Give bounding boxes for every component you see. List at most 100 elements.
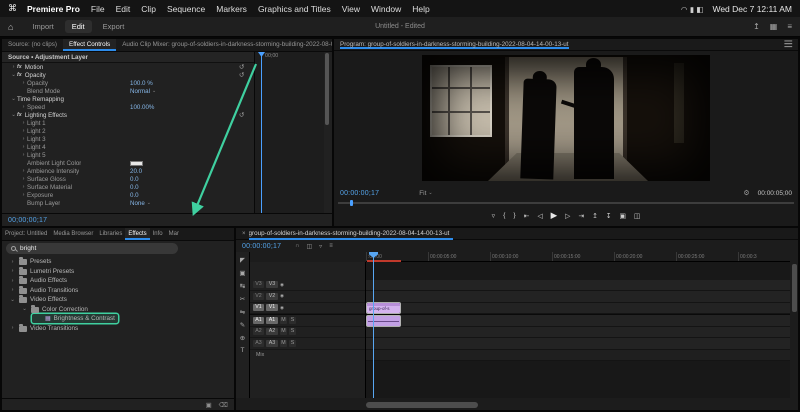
video-track-lane[interactable] — [366, 302, 790, 314]
twirl-icon[interactable]: ⌄ — [21, 306, 28, 312]
source-patch-toggle[interactable]: V1 — [253, 304, 264, 312]
keyframe-area[interactable]: 00;00 — [254, 52, 324, 213]
quick-export-icon[interactable]: ↥ — [753, 22, 760, 31]
video-clip[interactable]: group-of-s — [367, 303, 400, 313]
linked-selection-icon[interactable]: ◫ — [307, 243, 313, 250]
effects-tree-item[interactable]: ▦ Brightness & Contrast — [2, 314, 234, 324]
track-target-toggle[interactable]: A1 — [266, 316, 278, 324]
menubar-item[interactable]: Clip — [141, 4, 156, 14]
property-value[interactable]: 100.00% — [130, 104, 154, 111]
menubar-item[interactable]: Markers — [216, 4, 247, 14]
menubar-item[interactable]: Graphics and Titles — [258, 4, 331, 14]
timecode[interactable]: 00;00;00;17 — [8, 217, 47, 224]
audio-track-lane[interactable] — [366, 326, 790, 338]
reset-effect-icon[interactable]: ↺ — [239, 111, 244, 119]
scrollbar-thumb[interactable] — [325, 53, 329, 125]
video-track-lane[interactable] — [366, 291, 790, 303]
eye-icon[interactable]: ◉ — [280, 305, 284, 311]
twirl-icon[interactable]: › — [20, 184, 27, 190]
audio-track-lane[interactable] — [366, 338, 790, 350]
menubar-item[interactable]: Sequence — [167, 4, 205, 14]
panel-menu-icon[interactable]: ≡ — [779, 39, 798, 52]
close-icon[interactable]: × — [242, 231, 246, 237]
effect-property-row[interactable]: › Exposure 0.0 — [2, 191, 254, 199]
video-track-lane[interactable] — [366, 279, 790, 291]
horizontal-scrollbar[interactable] — [366, 402, 790, 408]
menubar-clock[interactable]: Wed Dec 7 12:11 AM — [712, 4, 792, 14]
effect-property-row[interactable]: › Speed 100.00% — [2, 103, 254, 111]
step-forward-icon[interactable]: ▷ — [565, 212, 570, 220]
twirl-icon[interactable]: › — [9, 287, 16, 293]
program-scrubber[interactable] — [338, 200, 794, 206]
panel-tab[interactable]: Media Browser — [50, 228, 96, 240]
workspace-tab[interactable]: Edit — [64, 20, 92, 33]
twirl-icon[interactable]: › — [10, 64, 17, 70]
mute-button[interactable]: M — [280, 316, 287, 324]
zoom-select[interactable]: Fit ⌄ — [419, 190, 432, 197]
effects-tree-item[interactable]: › Audio Transitions — [2, 285, 234, 296]
snap-icon[interactable]: ∩ — [295, 243, 299, 250]
mark-out-icon[interactable]: } — [513, 212, 515, 219]
workspaces-icon[interactable]: ▦ — [770, 22, 778, 31]
header-menu-icon[interactable]: ≡ — [787, 22, 792, 31]
scrollbar-thumb[interactable] — [792, 264, 797, 312]
audio-clip[interactable] — [367, 316, 400, 326]
delete-icon[interactable]: ⌫ — [219, 401, 228, 409]
effect-property-row[interactable]: › Light 3 — [2, 135, 254, 143]
audio-track-lane[interactable] — [366, 315, 790, 327]
reset-effect-icon[interactable]: ↺ — [239, 71, 244, 79]
track-target-toggle[interactable]: V3 — [266, 281, 278, 289]
effect-property-row[interactable]: Bump Layer None ⌄ — [2, 199, 254, 207]
eye-icon[interactable]: ◉ — [280, 293, 284, 299]
effect-property-row[interactable]: › Opacity 100.0 % — [2, 79, 254, 87]
vertical-scrollbar[interactable] — [792, 262, 797, 398]
color-swatch[interactable] — [130, 160, 143, 166]
razor-tool[interactable]: ✂ — [240, 295, 245, 303]
mute-button[interactable]: M — [280, 328, 287, 336]
solo-button[interactable]: S — [289, 316, 296, 324]
source-patch-toggle[interactable]: A3 — [253, 339, 264, 347]
twirl-icon[interactable]: ⌄ — [9, 297, 16, 303]
effect-property-row[interactable]: › Light 1 — [2, 119, 254, 127]
scrollbar-thumb[interactable] — [366, 402, 478, 408]
menubar-item[interactable]: Window — [371, 4, 401, 14]
battery-icon[interactable]: ▮ — [690, 5, 694, 14]
timeline-tracks[interactable]: group-of-s — [366, 262, 790, 398]
play-icon[interactable]: ▶ — [551, 210, 558, 221]
eye-icon[interactable]: ◉ — [280, 282, 284, 288]
timeline-ruler[interactable]: :00:00 00:00:05:00 00:00:10:00 00:00:15:… — [366, 252, 790, 262]
twirl-icon[interactable]: › — [9, 325, 16, 331]
solo-button[interactable]: S — [289, 339, 296, 347]
scrubber-playhead[interactable] — [350, 200, 353, 206]
mute-button[interactable]: M — [280, 339, 287, 347]
property-value[interactable]: 20.0 — [130, 168, 142, 175]
track-target-toggle[interactable]: V1 — [266, 304, 278, 312]
panel-tab[interactable]: Source: (no clips) — [2, 39, 63, 51]
program-timecode[interactable]: 00:00:00;17 — [340, 190, 379, 197]
twirl-icon[interactable]: › — [20, 128, 27, 134]
menubar-item[interactable]: Help — [412, 4, 429, 14]
effect-property-row[interactable]: › Light 2 — [2, 127, 254, 135]
effect-property-row[interactable]: › Ambience Intensity 20.0 — [2, 167, 254, 175]
twirl-icon[interactable]: › — [9, 268, 16, 274]
effect-property-row[interactable]: Ambient Light Color — [2, 159, 254, 167]
lift-icon[interactable]: ↥ — [592, 212, 598, 220]
twirl-icon[interactable]: › — [20, 104, 27, 110]
twirl-icon[interactable]: › — [20, 80, 27, 86]
twirl-icon[interactable]: › — [20, 168, 27, 174]
add-marker-icon[interactable]: ▿ — [492, 212, 495, 220]
property-value[interactable]: 100.0 % — [130, 80, 153, 87]
hand-tool[interactable]: ⊕ — [240, 334, 245, 342]
effects-tree-item[interactable]: › Audio Effects — [2, 276, 234, 286]
panel-tab[interactable]: Libraries — [96, 228, 125, 240]
menubar-item[interactable]: Edit — [116, 4, 131, 14]
twirl-icon[interactable]: › — [20, 192, 27, 198]
selection-tool[interactable]: ◤ — [240, 256, 245, 264]
effect-property-row[interactable]: › fx Motion ↺ — [2, 63, 254, 72]
extract-icon[interactable]: ↧ — [606, 212, 612, 220]
search-input[interactable] — [20, 245, 173, 252]
ripple-edit-tool[interactable]: ↹ — [240, 282, 245, 290]
track-select-tool[interactable]: ▣ — [239, 269, 245, 277]
effects-tree-item[interactable]: ⌄ Color Correction — [2, 304, 234, 315]
track-target-toggle[interactable]: V2 — [266, 292, 278, 300]
